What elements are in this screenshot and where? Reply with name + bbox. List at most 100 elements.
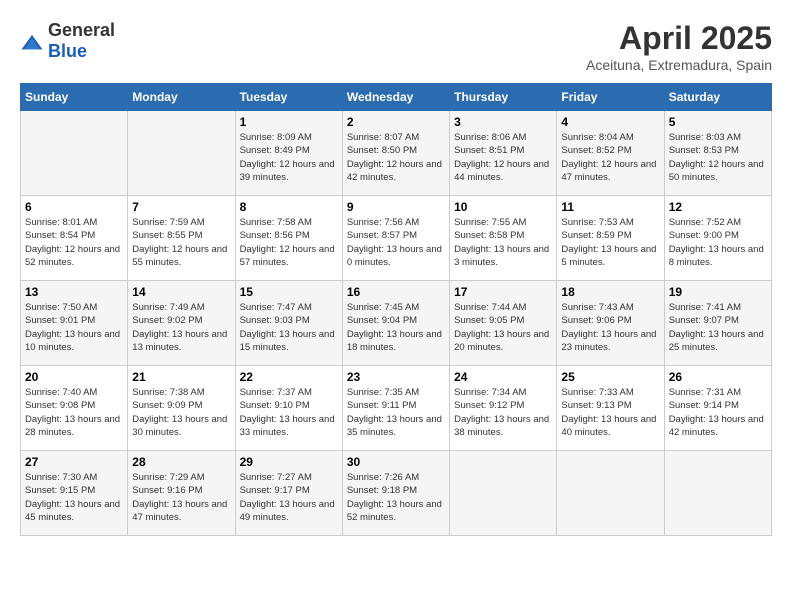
calendar-cell: 14 Sunrise: 7:49 AM Sunset: 9:02 PM Dayli…	[128, 281, 235, 366]
day-info: Sunrise: 8:04 AM Sunset: 8:52 PM Dayligh…	[561, 131, 659, 184]
day-number: 27	[25, 455, 123, 469]
day-info: Sunrise: 7:53 AM Sunset: 8:59 PM Dayligh…	[561, 216, 659, 269]
day-info: Sunrise: 7:55 AM Sunset: 8:58 PM Dayligh…	[454, 216, 552, 269]
calendar-cell: 5 Sunrise: 8:03 AM Sunset: 8:53 PM Daylig…	[664, 111, 771, 196]
calendar-cell	[450, 451, 557, 536]
calendar-cell: 11 Sunrise: 7:53 AM Sunset: 8:59 PM Dayli…	[557, 196, 664, 281]
day-number: 14	[132, 285, 230, 299]
calendar-cell: 20 Sunrise: 7:40 AM Sunset: 9:08 PM Dayli…	[21, 366, 128, 451]
calendar-cell: 30 Sunrise: 7:26 AM Sunset: 9:18 PM Dayli…	[342, 451, 449, 536]
calendar-cell: 19Sunrise: 7:41 AM Sunset: 9:07 PM Dayli…	[664, 281, 771, 366]
calendar-cell: 24Sunrise: 7:34 AM Sunset: 9:12 PM Dayli…	[450, 366, 557, 451]
calendar-cell: 12 Sunrise: 7:52 AM Sunset: 9:00 PM Dayli…	[664, 196, 771, 281]
day-info: Sunrise: 7:45 AM Sunset: 9:04 PM Dayligh…	[347, 301, 445, 354]
day-info: Sunrise: 7:27 AM Sunset: 9:17 PM Dayligh…	[240, 471, 338, 524]
month-title: April 2025	[586, 20, 772, 57]
day-info: Sunrise: 8:09 AM Sunset: 8:49 PM Dayligh…	[240, 131, 338, 184]
day-number: 5	[669, 115, 767, 129]
day-number: 29	[240, 455, 338, 469]
week-row: 13 Sunrise: 7:50 AM Sunset: 9:01 PM Dayli…	[21, 281, 772, 366]
calendar-cell: 4 Sunrise: 8:04 AM Sunset: 8:52 PM Daylig…	[557, 111, 664, 196]
calendar-cell: 6 Sunrise: 8:01 AM Sunset: 8:54 PM Daylig…	[21, 196, 128, 281]
day-number: 3	[454, 115, 552, 129]
calendar-cell: 22 Sunrise: 7:37 AM Sunset: 9:10 PM Dayli…	[235, 366, 342, 451]
day-number: 7	[132, 200, 230, 214]
calendar-cell: 27 Sunrise: 7:30 AM Sunset: 9:15 PM Dayli…	[21, 451, 128, 536]
calendar-cell: 25Sunrise: 7:33 AM Sunset: 9:13 PM Dayli…	[557, 366, 664, 451]
day-number: 12	[669, 200, 767, 214]
calendar-cell: 28 Sunrise: 7:29 AM Sunset: 9:16 PM Dayli…	[128, 451, 235, 536]
day-info: Sunrise: 8:06 AM Sunset: 8:51 PM Dayligh…	[454, 131, 552, 184]
day-number: 25	[561, 370, 659, 384]
calendar-body: 1 Sunrise: 8:09 AM Sunset: 8:49 PM Daylig…	[21, 111, 772, 536]
weekday-header: Thursday	[450, 84, 557, 111]
location: Aceituna, Extremadura, Spain	[586, 57, 772, 73]
day-info: Sunrise: 7:38 AM Sunset: 9:09 PM Dayligh…	[132, 386, 230, 439]
week-row: 1 Sunrise: 8:09 AM Sunset: 8:49 PM Daylig…	[21, 111, 772, 196]
weekday-header: Friday	[557, 84, 664, 111]
logo: General Blue	[20, 20, 115, 62]
day-number: 20	[25, 370, 123, 384]
day-number: 2	[347, 115, 445, 129]
day-info: Sunrise: 7:52 AM Sunset: 9:00 PM Dayligh…	[669, 216, 767, 269]
calendar-cell: 18Sunrise: 7:43 AM Sunset: 9:06 PM Dayli…	[557, 281, 664, 366]
week-row: 27 Sunrise: 7:30 AM Sunset: 9:15 PM Dayli…	[21, 451, 772, 536]
calendar-cell: 29 Sunrise: 7:27 AM Sunset: 9:17 PM Dayli…	[235, 451, 342, 536]
day-info: Sunrise: 7:29 AM Sunset: 9:16 PM Dayligh…	[132, 471, 230, 524]
day-number: 21	[132, 370, 230, 384]
day-number: 9	[347, 200, 445, 214]
day-info: Sunrise: 7:37 AM Sunset: 9:10 PM Dayligh…	[240, 386, 338, 439]
day-number: 28	[132, 455, 230, 469]
day-number: 4	[561, 115, 659, 129]
calendar-cell: 2 Sunrise: 8:07 AM Sunset: 8:50 PM Daylig…	[342, 111, 449, 196]
calendar-cell	[664, 451, 771, 536]
week-row: 20 Sunrise: 7:40 AM Sunset: 9:08 PM Dayli…	[21, 366, 772, 451]
day-info: Sunrise: 8:03 AM Sunset: 8:53 PM Dayligh…	[669, 131, 767, 184]
weekday-header: Monday	[128, 84, 235, 111]
weekday-header: Saturday	[664, 84, 771, 111]
calendar-cell: 8Sunrise: 7:58 AM Sunset: 8:56 PM Daylig…	[235, 196, 342, 281]
day-info: Sunrise: 7:59 AM Sunset: 8:55 PM Dayligh…	[132, 216, 230, 269]
day-info: Sunrise: 7:50 AM Sunset: 9:01 PM Dayligh…	[25, 301, 123, 354]
day-info: Sunrise: 8:01 AM Sunset: 8:54 PM Dayligh…	[25, 216, 123, 269]
day-number: 26	[669, 370, 767, 384]
day-info: Sunrise: 7:49 AM Sunset: 9:02 PM Dayligh…	[132, 301, 230, 354]
day-info: Sunrise: 7:26 AM Sunset: 9:18 PM Dayligh…	[347, 471, 445, 524]
calendar-cell: 9Sunrise: 7:56 AM Sunset: 8:57 PM Daylig…	[342, 196, 449, 281]
logo-text: General Blue	[48, 20, 115, 62]
calendar: SundayMondayTuesdayWednesdayThursdayFrid…	[20, 83, 772, 536]
day-number: 22	[240, 370, 338, 384]
day-number: 15	[240, 285, 338, 299]
day-info: Sunrise: 7:40 AM Sunset: 9:08 PM Dayligh…	[25, 386, 123, 439]
calendar-cell: 17Sunrise: 7:44 AM Sunset: 9:05 PM Dayli…	[450, 281, 557, 366]
day-info: Sunrise: 7:35 AM Sunset: 9:11 PM Dayligh…	[347, 386, 445, 439]
day-number: 1	[240, 115, 338, 129]
day-number: 6	[25, 200, 123, 214]
day-number: 11	[561, 200, 659, 214]
calendar-cell: 15 Sunrise: 7:47 AM Sunset: 9:03 PM Dayli…	[235, 281, 342, 366]
calendar-header: SundayMondayTuesdayWednesdayThursdayFrid…	[21, 84, 772, 111]
day-number: 30	[347, 455, 445, 469]
calendar-cell	[557, 451, 664, 536]
title-area: April 2025 Aceituna, Extremadura, Spain	[586, 20, 772, 73]
day-number: 23	[347, 370, 445, 384]
calendar-cell: 1 Sunrise: 8:09 AM Sunset: 8:49 PM Daylig…	[235, 111, 342, 196]
day-info: Sunrise: 8:07 AM Sunset: 8:50 PM Dayligh…	[347, 131, 445, 184]
week-row: 6 Sunrise: 8:01 AM Sunset: 8:54 PM Daylig…	[21, 196, 772, 281]
weekday-header: Wednesday	[342, 84, 449, 111]
weekday-row: SundayMondayTuesdayWednesdayThursdayFrid…	[21, 84, 772, 111]
day-info: Sunrise: 7:43 AM Sunset: 9:06 PM Dayligh…	[561, 301, 659, 354]
calendar-cell	[21, 111, 128, 196]
day-info: Sunrise: 7:47 AM Sunset: 9:03 PM Dayligh…	[240, 301, 338, 354]
day-number: 16	[347, 285, 445, 299]
day-number: 8	[240, 200, 338, 214]
day-info: Sunrise: 7:30 AM Sunset: 9:15 PM Dayligh…	[25, 471, 123, 524]
weekday-header: Sunday	[21, 84, 128, 111]
calendar-cell: 3 Sunrise: 8:06 AM Sunset: 8:51 PM Daylig…	[450, 111, 557, 196]
day-info: Sunrise: 7:34 AM Sunset: 9:12 PM Dayligh…	[454, 386, 552, 439]
calendar-cell: 23 Sunrise: 7:35 AM Sunset: 9:11 PM Dayli…	[342, 366, 449, 451]
day-number: 13	[25, 285, 123, 299]
logo-blue: Blue	[48, 41, 115, 62]
calendar-cell: 13 Sunrise: 7:50 AM Sunset: 9:01 PM Dayli…	[21, 281, 128, 366]
day-info: Sunrise: 7:44 AM Sunset: 9:05 PM Dayligh…	[454, 301, 552, 354]
